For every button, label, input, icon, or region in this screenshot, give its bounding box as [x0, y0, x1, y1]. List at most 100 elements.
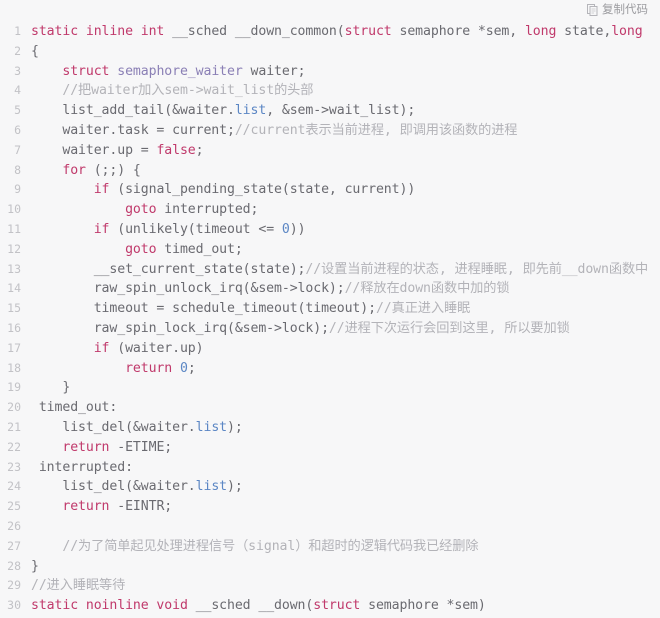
- code-line: __set_current_state(state);//设置当前进程的状态, …: [31, 260, 660, 280]
- line-number: 8: [14, 162, 21, 177]
- code-line: return -ETIME;: [31, 438, 660, 458]
- code-token: waiter;: [250, 63, 306, 79]
- code-line: }: [31, 378, 660, 398]
- code-line: {: [31, 42, 660, 62]
- copy-code-button[interactable]: 复制代码: [585, 3, 650, 17]
- copy-code-label: 复制代码: [602, 2, 648, 17]
- line-number: 29: [7, 578, 21, 593]
- code-line: list_add_tail(&waiter.list, &sem->wait_l…: [31, 101, 660, 121]
- code-token: semaphore *sem): [368, 598, 486, 614]
- line-number: 7: [14, 142, 21, 157]
- line-number: 20: [7, 400, 21, 415]
- code-line: //为了简单起见处理进程信号（signal）和超时的逻辑代码我已经删除: [31, 537, 660, 557]
- line-number: 21: [7, 419, 21, 434]
- code-line: if (unlikely(timeout <= 0)): [31, 220, 660, 240]
- line-number: 5: [14, 103, 21, 118]
- code-token: raw_spin_unlock_irq(&sem->lock);: [31, 281, 345, 297]
- line-number: 18: [7, 360, 21, 375]
- code-token: );: [227, 419, 243, 435]
- code-token: if: [93, 221, 118, 237]
- code-line: goto timed_out;: [31, 240, 660, 260]
- code-token: __sched __down_common(: [172, 24, 345, 39]
- code-token: //把waiter加入sem->wait_list的头部: [31, 83, 314, 99]
- code-line: struct semaphore_waiter waiter;: [31, 62, 660, 82]
- code-token: static inline int: [31, 24, 173, 39]
- code-line: static inline int __sched __down_common(…: [31, 22, 660, 42]
- code-token: list: [195, 479, 227, 495]
- code-body: 1 2 3 4 5 6 7 8 9 10 11 12 13 14 15 16 17 18 19 20 21 22 23 24 2…: [0, 20, 660, 618]
- code-token: (unlikely(timeout <=: [117, 221, 282, 237]
- code-token: semaphore *sem,: [399, 24, 525, 39]
- code-token: list_del(&waiter.: [31, 419, 196, 435]
- line-number: 11: [7, 221, 21, 236]
- code-token: struct: [62, 63, 118, 79]
- code-line: raw_spin_lock_irq(&sem->lock);//进程下次运行会回…: [31, 319, 660, 339]
- line-number: 9: [14, 182, 21, 197]
- code-token: //进程下次运行会回到这里, 所以要加锁: [328, 320, 570, 336]
- code-token: false: [156, 142, 196, 158]
- code-token: goto: [125, 241, 165, 257]
- copy-code-icon: [587, 4, 598, 16]
- line-number: 22: [7, 439, 21, 454]
- line-number: 25: [7, 499, 21, 514]
- code-token: semaphore_waiter: [117, 63, 251, 79]
- code-line: timed_out:: [31, 398, 660, 418]
- code-line: for (;;) {: [31, 161, 660, 181]
- code-token: 0: [281, 221, 290, 237]
- code-token: return: [125, 360, 180, 376]
- code-token: -EINTR;: [117, 499, 173, 515]
- code-line: waiter.up = false;: [31, 141, 660, 161]
- code-token: list_add_tail(&waiter.: [31, 103, 235, 119]
- code-token: struct: [313, 598, 369, 614]
- line-number: 4: [14, 83, 21, 98]
- code-token: (signal_pending_state(state, current)): [117, 182, 416, 198]
- line-number: 30: [7, 598, 21, 613]
- line-number: 2: [14, 43, 21, 58]
- code-token: static noinline void: [31, 598, 196, 614]
- code-token: list: [195, 419, 227, 435]
- code-token: list_del(&waiter.: [31, 479, 196, 495]
- code-token: //释放在down函数中加的锁: [344, 281, 510, 297]
- code-line: if (signal_pending_state(state, current)…: [31, 180, 660, 200]
- code-token: -ETIME;: [117, 439, 173, 455]
- code-line: if (waiter.up): [31, 339, 660, 359]
- line-number: 24: [7, 479, 21, 494]
- code-line: return 0;: [31, 359, 660, 379]
- code-line: goto interrupted;: [31, 200, 660, 220]
- code-token: {: [31, 43, 39, 59]
- code-token: __set_current_state(state);: [31, 261, 306, 277]
- code-token: if: [93, 340, 118, 356]
- code-token: (;;) {: [93, 162, 141, 178]
- code-line: //进入睡眠等待: [31, 576, 660, 596]
- line-number: 16: [7, 320, 21, 335]
- code-token: //current表示当前进程, 即调用该函数的进程: [234, 122, 518, 138]
- code-line: list_del(&waiter.list);: [31, 418, 660, 438]
- code-token: return: [62, 499, 118, 515]
- code-token: interrupted:: [31, 459, 133, 475]
- line-number: 26: [7, 518, 21, 533]
- line-number: 27: [7, 538, 21, 553]
- line-number: 3: [14, 63, 21, 78]
- code-token: )): [289, 221, 306, 237]
- code-token: timed_out;: [164, 241, 243, 257]
- line-number: 17: [7, 340, 21, 355]
- line-number: 10: [7, 202, 21, 217]
- code-token: //真正进入睡眠: [375, 301, 471, 317]
- code-token: __sched __down(: [195, 598, 314, 614]
- code-token: interrupted;: [164, 202, 259, 218]
- code-line: static noinline void __sched __down(stru…: [31, 596, 660, 616]
- code-block: 复制代码 1 2 3 4 5 6 7 8 9 10 11 12 13 14 15 16 17 18 19 20 21 22…: [0, 0, 660, 618]
- code-line: raw_spin_unlock_irq(&sem->lock);//释放在dow…: [31, 279, 660, 299]
- code-token: state,: [564, 24, 612, 39]
- code-line: }: [31, 557, 660, 577]
- code-token: timeout = schedule_timeout(timeout);: [31, 301, 376, 317]
- code-content[interactable]: static inline int __sched __down_common(…: [22, 20, 660, 618]
